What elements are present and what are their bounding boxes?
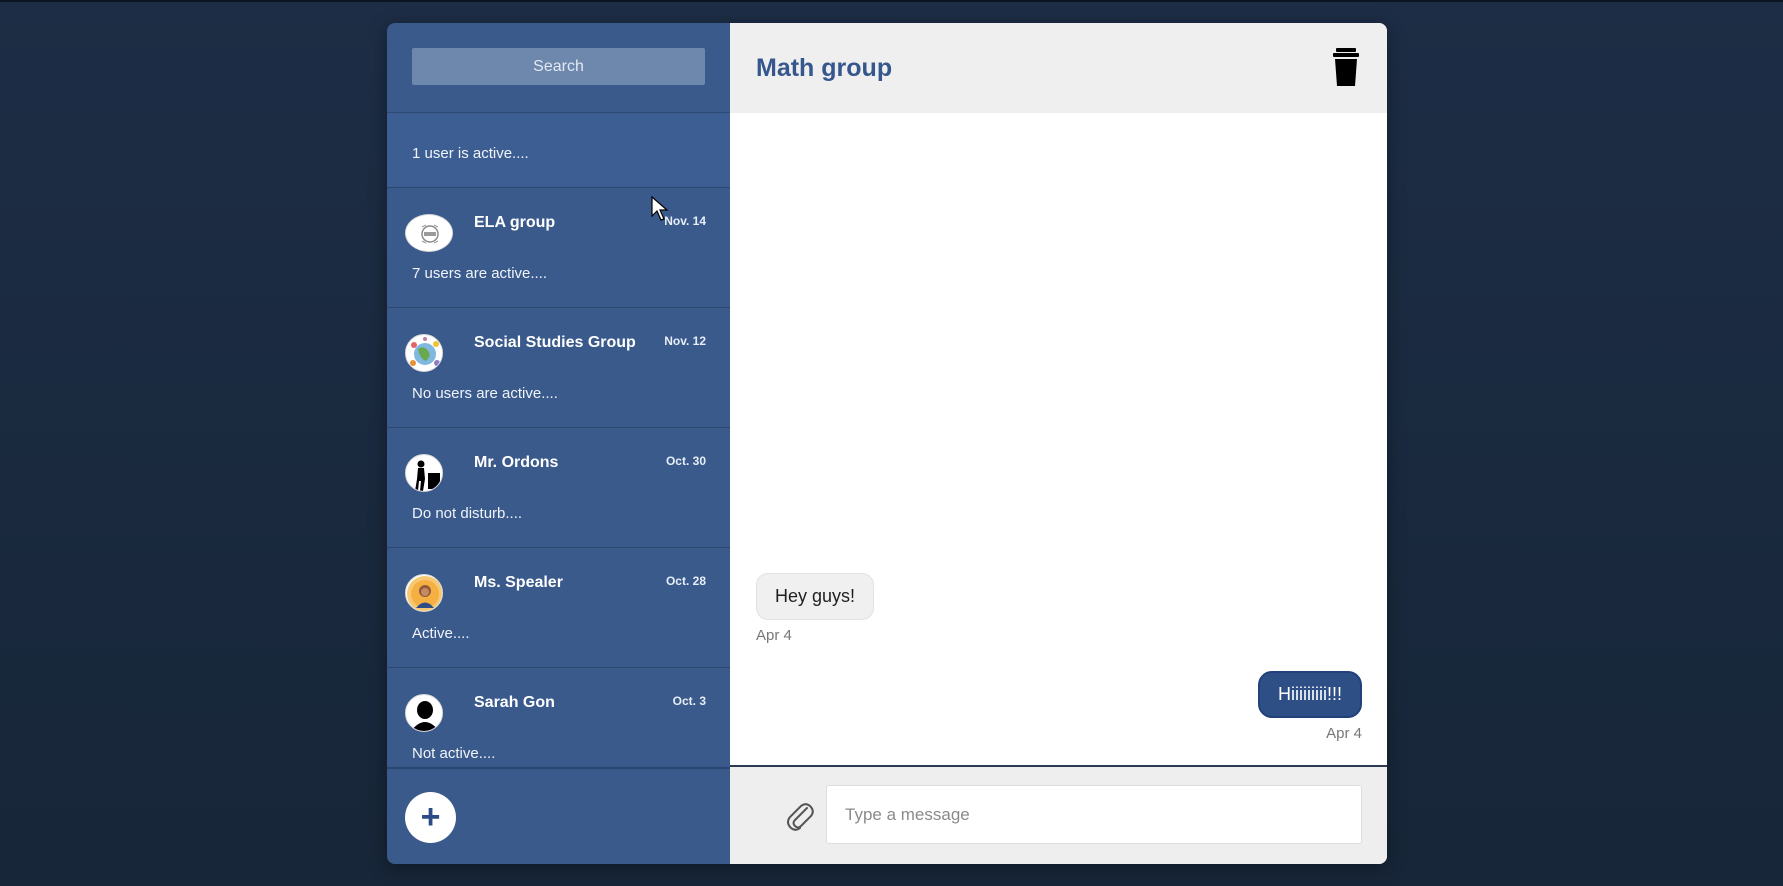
chat-list-item-ms-spealer[interactable]: Ms. Spealer Oct. 28 Active.... — [387, 548, 730, 668]
chat-app-window: 1 user is active.... ELA group Nov. 14 7… — [387, 23, 1387, 864]
chat-list: 1 user is active.... ELA group Nov. 14 7… — [387, 113, 730, 767]
chat-list-item-mr-ordons[interactable]: Mr. Ordons Oct. 30 Do not disturb.... — [387, 428, 730, 548]
chat-name: Social Studies Group — [474, 334, 636, 351]
chat-date: Nov. 12 — [664, 334, 706, 348]
plus-icon: + — [420, 797, 441, 836]
chat-status: 7 users are active.... — [412, 265, 548, 282]
chat-name: Sarah Gon — [474, 694, 555, 711]
teacher-portrait-avatar — [405, 574, 443, 612]
teacher-silhouette-avatar — [405, 454, 443, 492]
message-timestamp: Apr 4 — [756, 627, 792, 644]
chat-list-item-social-studies-group[interactable]: Social Studies Group Nov. 12 No users ar… — [387, 308, 730, 428]
conversation-title: Math group — [756, 53, 893, 82]
chat-status: Not active.... — [412, 745, 496, 762]
chat-date: Oct. 30 — [665, 454, 706, 468]
conversation-panel: Math group Hey guys! Apr 4 Hiiiiiiiii!!!… — [730, 23, 1387, 864]
message-input[interactable] — [826, 785, 1362, 844]
sidebar-footer: + — [387, 767, 730, 864]
chat-name: Mr. Ordons — [474, 454, 559, 471]
chat-status: Do not disturb.... — [412, 505, 523, 522]
incoming-message-bubble: Hey guys! — [756, 573, 875, 620]
chat-list-item-partial[interactable]: 1 user is active.... — [387, 113, 730, 188]
sidebar: 1 user is active.... ELA group Nov. 14 7… — [387, 23, 730, 864]
paperclip-icon[interactable] — [785, 799, 815, 833]
chat-name: Ms. Spealer — [474, 574, 563, 591]
chat-status: No users are active.... — [412, 385, 558, 402]
search-bar — [387, 23, 730, 113]
outgoing-message-bubble: Hiiiiiiiii!!! — [1258, 671, 1362, 718]
chat-list-item-ela-group[interactable]: ELA group Nov. 14 7 users are active.... — [387, 188, 730, 308]
search-input[interactable] — [412, 48, 705, 85]
message-thread: Hey guys! Apr 4 Hiiiiiiiii!!! Apr 4 — [730, 113, 1387, 767]
conversation-header: Math group — [730, 23, 1387, 113]
add-chat-button[interactable]: + — [405, 792, 456, 843]
chat-date: Oct. 3 — [672, 694, 706, 708]
message-timestamp: Apr 4 — [1326, 725, 1362, 742]
chat-name: ELA group — [474, 214, 556, 231]
mouse-cursor-icon — [651, 196, 669, 221]
globe-collage-avatar — [405, 334, 443, 372]
chat-list-item-sarah-gon[interactable]: Sarah Gon Oct. 3 Not active.... — [387, 668, 730, 767]
chat-status: 1 user is active.... — [412, 145, 529, 162]
ela-logo-avatar — [405, 214, 453, 252]
trash-icon[interactable] — [1331, 48, 1361, 88]
top-border — [0, 0, 1783, 2]
person-silhouette-avatar — [405, 694, 443, 732]
chat-status: Active.... — [412, 625, 470, 642]
message-composer — [730, 767, 1387, 864]
chat-date: Oct. 28 — [665, 574, 706, 588]
chat-date: Nov. 14 — [664, 214, 706, 228]
